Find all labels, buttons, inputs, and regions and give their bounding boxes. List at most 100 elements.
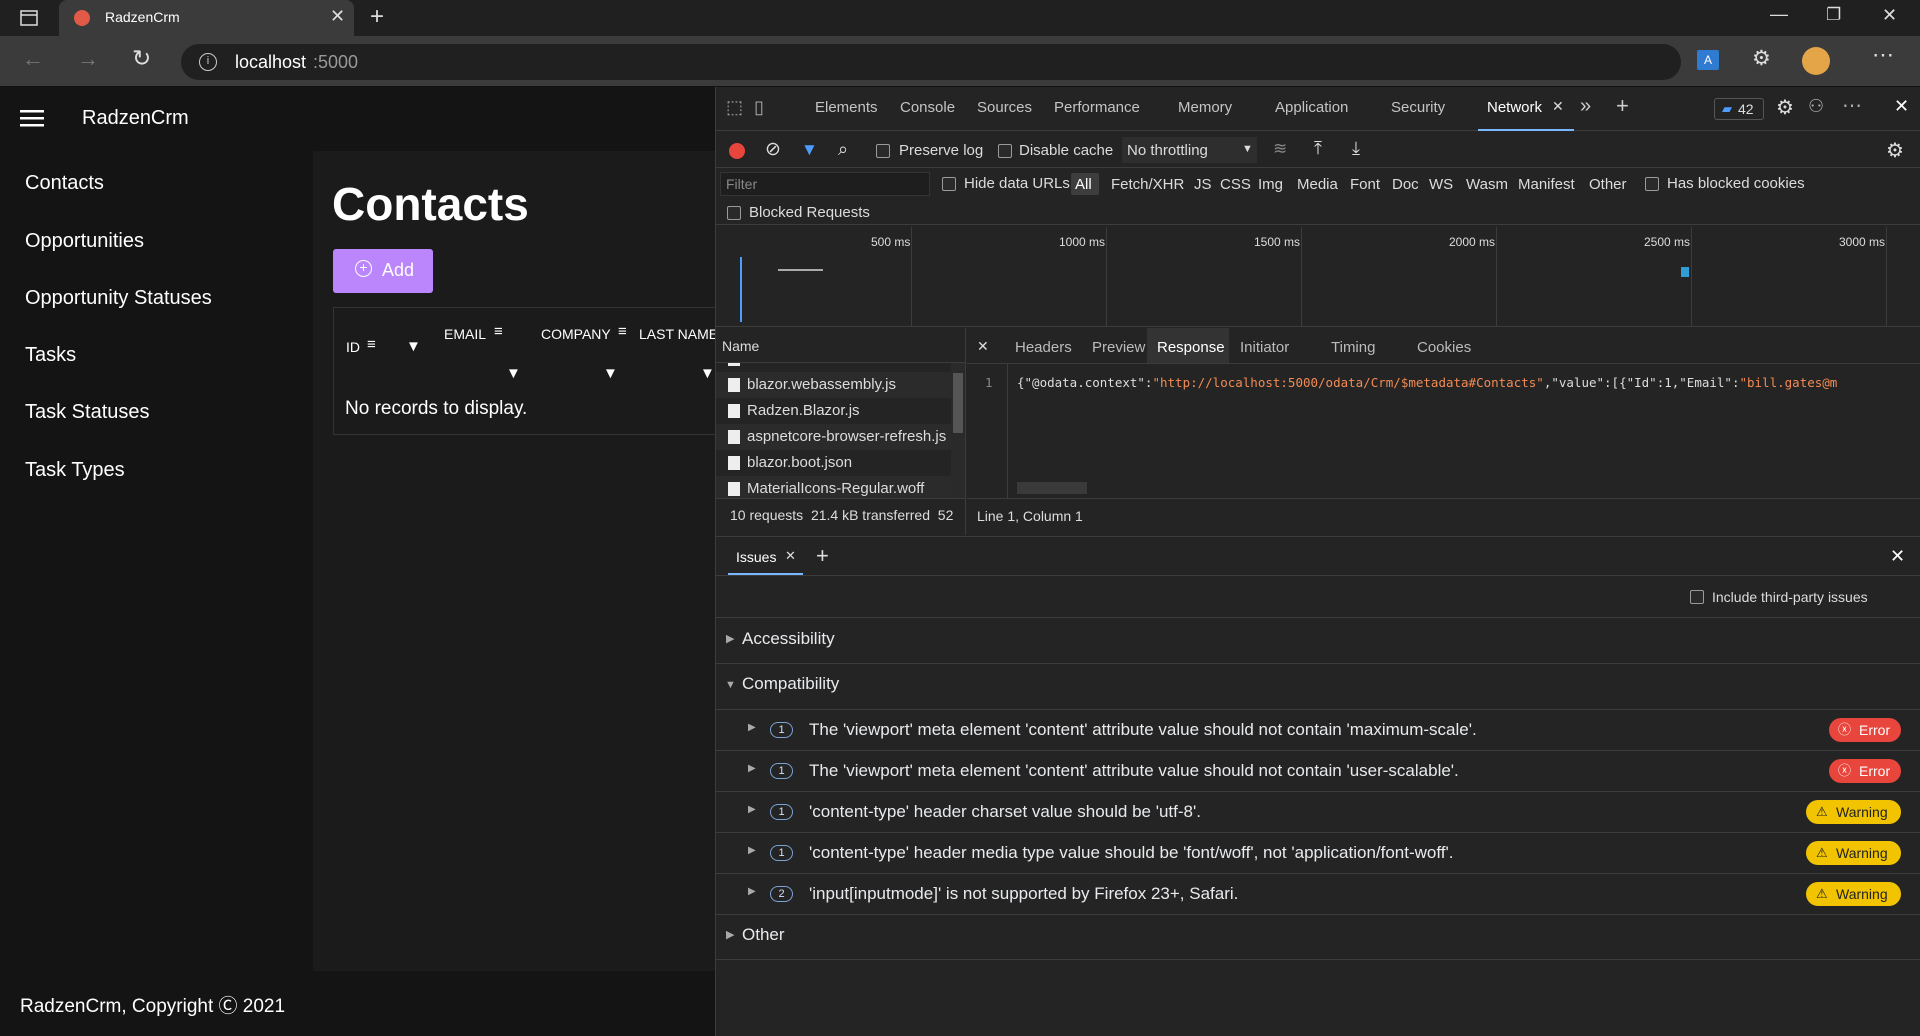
issues-counter-badge[interactable]: ▰ 42 xyxy=(1714,98,1764,120)
window-close-icon[interactable]: ✕ xyxy=(1882,5,1897,26)
device-toolbar-icon[interactable]: ▯ xyxy=(754,97,764,118)
filter-type-fetch-xhr[interactable]: Fetch/XHR xyxy=(1111,176,1184,193)
response-code-view[interactable]: 1 {"@odata.context":"http://localhost:50… xyxy=(967,364,1920,498)
nav-opportunities[interactable]: Opportunities xyxy=(25,230,144,253)
search-icon[interactable]: ⌕ xyxy=(838,139,848,160)
detail-tab-timing[interactable]: Timing xyxy=(1331,339,1375,356)
more-options-icon[interactable]: ⋯ xyxy=(1842,93,1862,118)
more-tabs-icon[interactable]: » xyxy=(1580,95,1591,118)
filter-type-font[interactable]: Font xyxy=(1350,176,1380,193)
close-detail-icon[interactable]: ✕ xyxy=(977,338,989,355)
back-icon[interactable]: ← xyxy=(22,46,44,72)
filter-icon[interactable]: ▼ xyxy=(406,338,421,355)
reload-icon[interactable]: ↻ xyxy=(132,45,151,72)
filter-type-img[interactable]: Img xyxy=(1258,176,1283,193)
minimize-icon[interactable]: — xyxy=(1770,4,1788,25)
filter-type-ws[interactable]: WS xyxy=(1429,176,1453,193)
add-drawer-tab-icon[interactable]: + xyxy=(816,543,829,569)
filter-funnel-icon[interactable]: ▼ xyxy=(801,140,818,160)
tab-console[interactable]: Console xyxy=(900,99,955,116)
network-settings-icon[interactable]: ⚙ xyxy=(1886,138,1904,163)
filter-icon[interactable]: ▼ xyxy=(700,365,715,382)
site-info-icon[interactable]: i xyxy=(199,53,217,71)
browser-tab[interactable]: RadzenCrm ✕ xyxy=(59,0,354,36)
filter-type-media[interactable]: Media xyxy=(1297,176,1338,193)
column-header-id[interactable]: ID xyxy=(346,339,360,355)
request-row[interactable]: blazor.boot.json xyxy=(716,450,951,476)
nav-task-statuses[interactable]: Task Statuses xyxy=(25,401,150,424)
close-tab-icon[interactable]: ✕ xyxy=(785,548,796,564)
settings-more-icon[interactable]: ⋯ xyxy=(1872,42,1894,68)
forward-icon[interactable]: → xyxy=(77,46,99,72)
section-compatibility[interactable]: ▼ Compatibility xyxy=(716,664,1920,708)
column-header-name[interactable]: Name xyxy=(722,338,759,354)
detail-tab-initiator[interactable]: Initiator xyxy=(1240,339,1289,356)
request-row[interactable]: Radzen.Blazor.js xyxy=(716,398,951,424)
filter-type-manifest[interactable]: Manifest xyxy=(1518,176,1575,193)
network-conditions-icon[interactable]: ≋ xyxy=(1273,139,1287,159)
network-overview-timeline[interactable]: 500 ms 1000 ms 1500 ms 2000 ms 2500 ms 3… xyxy=(716,227,1920,327)
filter-type-wasm[interactable]: Wasm xyxy=(1466,176,1508,193)
add-tab-icon[interactable]: + xyxy=(1616,93,1629,119)
section-other[interactable]: ▶ Other xyxy=(716,915,1920,959)
connected-devices-icon[interactable]: ⚇ xyxy=(1808,96,1824,117)
tab-sources[interactable]: Sources xyxy=(977,99,1032,116)
detail-tab-preview[interactable]: Preview xyxy=(1092,339,1145,356)
tab-actions-icon[interactable] xyxy=(20,10,38,26)
clear-icon[interactable]: ⊘ xyxy=(765,138,781,161)
sort-icon[interactable]: ≡ xyxy=(618,323,627,340)
column-header-email[interactable]: EMAIL xyxy=(444,326,486,342)
sort-icon[interactable]: ≡ xyxy=(367,336,376,353)
close-devtools-icon[interactable]: ✕ xyxy=(1894,96,1909,117)
detail-tab-response[interactable]: Response xyxy=(1147,328,1229,363)
section-accessibility[interactable]: ▶ Accessibility xyxy=(716,619,1920,663)
request-row[interactable]: blazor.webassembly.js xyxy=(716,372,951,398)
blocked-requests-checkbox[interactable] xyxy=(727,206,741,220)
disable-cache-checkbox[interactable] xyxy=(998,144,1012,158)
issue-row[interactable]: ▶ 1 'content-type' header charset value … xyxy=(716,791,1920,832)
request-row[interactable]: aspnetcore-browser-refresh.js xyxy=(716,424,951,450)
tab-security[interactable]: Security xyxy=(1391,99,1445,116)
detail-tab-headers[interactable]: Headers xyxy=(1015,339,1072,356)
horizontal-scrollbar[interactable] xyxy=(1017,482,1087,494)
settings-gear-icon[interactable]: ⚙ xyxy=(1776,95,1794,120)
tab-memory[interactable]: Memory xyxy=(1178,99,1232,116)
filter-input[interactable]: Filter xyxy=(720,172,930,196)
nav-contacts[interactable]: Contacts xyxy=(25,172,104,195)
close-drawer-icon[interactable]: ✕ xyxy=(1890,546,1905,567)
filter-type-doc[interactable]: Doc xyxy=(1392,176,1419,193)
inspect-element-icon[interactable]: ⬚ xyxy=(726,97,743,118)
hide-data-urls-checkbox[interactable] xyxy=(942,177,956,191)
close-tab-icon[interactable]: ✕ xyxy=(1552,98,1564,115)
restore-icon[interactable]: ❐ xyxy=(1826,5,1841,25)
filter-icon[interactable]: ▼ xyxy=(506,365,521,382)
new-tab-icon[interactable]: + xyxy=(370,3,384,31)
detail-tab-cookies[interactable]: Cookies xyxy=(1417,339,1471,356)
request-row[interactable]: localhost xyxy=(716,363,951,372)
nav-tasks[interactable]: Tasks xyxy=(25,344,76,367)
column-header-last-name[interactable]: LAST NAME xyxy=(639,326,715,342)
hamburger-menu-icon[interactable] xyxy=(20,109,44,127)
filter-type-js[interactable]: JS xyxy=(1194,176,1212,193)
third-party-checkbox[interactable] xyxy=(1690,590,1704,604)
filter-type-other[interactable]: Other xyxy=(1589,176,1627,193)
filter-type-all[interactable]: All xyxy=(1071,173,1099,195)
extensions-icon[interactable]: ⚙ xyxy=(1752,46,1771,71)
tab-elements[interactable]: Elements xyxy=(815,99,878,116)
record-icon[interactable] xyxy=(729,143,745,159)
issue-row[interactable]: ▶ 2 'input[inputmode]' is not supported … xyxy=(716,873,1920,914)
preserve-log-checkbox[interactable] xyxy=(876,144,890,158)
issue-row[interactable]: ▶ 1 'content-type' header media type val… xyxy=(716,832,1920,873)
close-tab-icon[interactable]: ✕ xyxy=(330,6,345,27)
issues-tab[interactable]: Issues ✕ xyxy=(728,537,803,575)
issue-row[interactable]: ▶ 1 The 'viewport' meta element 'content… xyxy=(716,750,1920,791)
has-blocked-cookies-checkbox[interactable] xyxy=(1645,177,1659,191)
add-button[interactable]: + Add xyxy=(333,249,433,293)
import-har-icon[interactable]: ⤒ xyxy=(1314,138,1322,159)
request-list-scrollbar[interactable] xyxy=(951,363,965,498)
filter-type-css[interactable]: CSS xyxy=(1220,176,1251,193)
throttling-select[interactable]: No throttling ▼ xyxy=(1122,137,1257,163)
profile-avatar[interactable] xyxy=(1802,47,1830,75)
sort-icon[interactable]: ≡ xyxy=(494,323,503,340)
nav-opportunity-statuses[interactable]: Opportunity Statuses xyxy=(25,287,212,310)
